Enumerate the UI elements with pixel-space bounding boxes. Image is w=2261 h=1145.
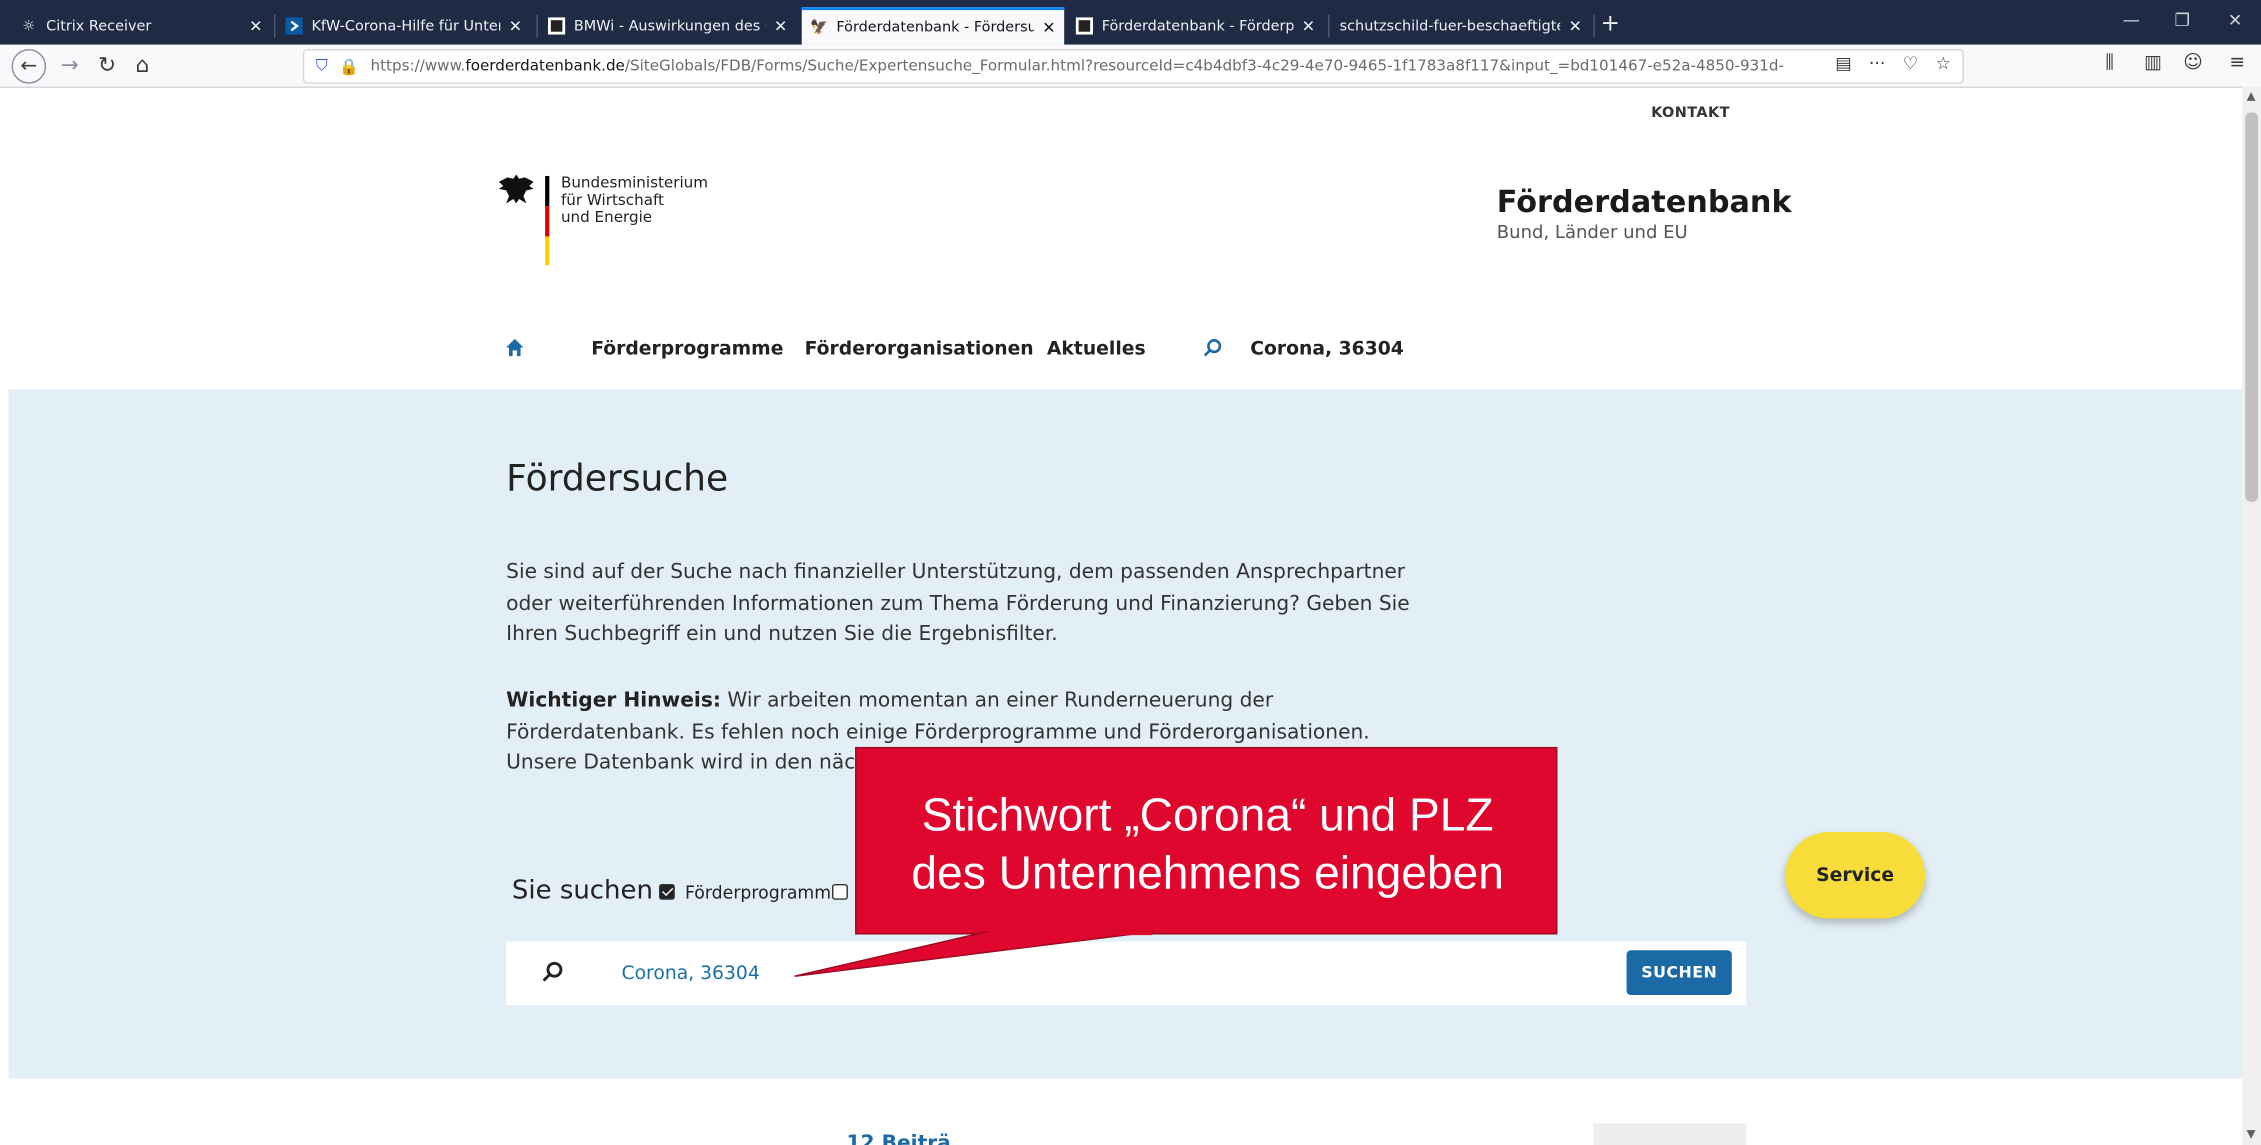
menu-hamburger-icon[interactable]: ≡ bbox=[2229, 52, 2245, 74]
tab-schutzschild[interactable]: schutzschild-fuer-beschaeftigte-un ✕ bbox=[1331, 7, 1591, 44]
tab-foerderprogramm[interactable]: Förderdatenbank - Förderprog ✕ bbox=[1067, 7, 1324, 44]
search-for-label: Sie suchen bbox=[511, 875, 653, 906]
results-sort-box[interactable] bbox=[1593, 1123, 1747, 1145]
search-icon[interactable] bbox=[1203, 337, 1223, 357]
nav-foerderorganisationen[interactable]: Förderorganisationen bbox=[805, 339, 1034, 361]
url-bar[interactable]: ⛉ 🔒 https://www.foerderdatenbank.de/Site… bbox=[302, 49, 1965, 84]
kontakt-link[interactable]: KONTAKT bbox=[1651, 105, 1730, 121]
search-icon bbox=[542, 961, 563, 982]
eagle-icon bbox=[547, 17, 566, 35]
ministry-line: für Wirtschaft bbox=[560, 191, 665, 210]
close-icon[interactable]: ✕ bbox=[774, 17, 787, 36]
close-icon[interactable]: ✕ bbox=[1569, 17, 1582, 36]
shield-icon[interactable]: ⛉ bbox=[316, 56, 328, 76]
tab-separator bbox=[536, 14, 538, 38]
window-close-icon[interactable]: ✕ bbox=[2228, 10, 2243, 30]
scroll-up-arrow-icon[interactable]: ▲ bbox=[2247, 89, 2256, 102]
search-submit-button[interactable]: SUCHEN bbox=[1626, 950, 1732, 995]
tab-label: schutzschild-fuer-beschaeftigte-un bbox=[1339, 18, 1560, 34]
nav-aktuelles[interactable]: Aktuelles bbox=[1047, 339, 1146, 361]
minimize-icon[interactable]: — bbox=[2123, 10, 2140, 30]
tab-bmwi[interactable]: BMWi - Auswirkungen des Cor ✕ bbox=[539, 7, 796, 44]
forward-arrow-icon[interactable]: → bbox=[61, 50, 79, 79]
brand-subtitle: Bund, Länder und EU bbox=[1496, 220, 1688, 243]
tab-label: Förderdatenbank - Förderprog bbox=[1101, 18, 1294, 34]
eagle-icon: 🦅 bbox=[810, 19, 829, 36]
annotation-callout: Stichwort „Corona“ und PLZ des Unternehm… bbox=[855, 746, 1559, 935]
tab-kfw[interactable]: KfW-Corona-Hilfe für Unterneh ✕ bbox=[277, 7, 531, 44]
close-icon[interactable]: ✕ bbox=[509, 17, 522, 36]
tab-label: KfW-Corona-Hilfe für Unterneh bbox=[311, 18, 500, 34]
tab-separator bbox=[1593, 14, 1595, 38]
tab-separator bbox=[1328, 14, 1330, 38]
callout-text: Stichwort „Corona“ und PLZ des Unternehm… bbox=[857, 786, 1559, 901]
new-tab-plus-icon[interactable]: + bbox=[1601, 9, 1620, 36]
back-arrow-icon[interactable]: ← bbox=[11, 49, 47, 84]
url-text[interactable]: https://www.foerderdatenbank.de/SiteGlob… bbox=[371, 58, 1784, 75]
nav-search-term[interactable]: Corona, 36304 bbox=[1250, 339, 1404, 361]
restore-icon[interactable]: ❐ bbox=[2175, 10, 2191, 30]
tab-separator bbox=[273, 14, 276, 38]
ministry-logo-text[interactable]: Bundesministerium für Wirtschaft und Ene… bbox=[561, 174, 708, 226]
home-icon[interactable] bbox=[505, 337, 525, 357]
checkbox-label[interactable]: Förderprogramm bbox=[685, 883, 831, 903]
results-count: 12 Beiträ bbox=[846, 1131, 951, 1145]
brand-title[interactable]: Förderdatenbank bbox=[1497, 185, 1792, 220]
browser-tab-bar: ☼ Citrix Receiver ✕ KfW-Corona-Hilfe für… bbox=[0, 0, 2261, 45]
tab-label: BMWi - Auswirkungen des Cor bbox=[573, 18, 765, 34]
reader-view-icon[interactable]: ▤ bbox=[1835, 53, 1851, 73]
eagle-icon bbox=[1075, 17, 1094, 35]
home-icon[interactable]: ⌂ bbox=[136, 50, 150, 79]
ministry-line: Bundesministerium bbox=[560, 174, 709, 192]
page-title: Fördersuche bbox=[506, 457, 729, 499]
search-input[interactable] bbox=[621, 956, 1487, 991]
callout-line: des Unternehmens eingeben bbox=[911, 846, 1504, 899]
search-box: SUCHEN bbox=[506, 941, 1747, 1006]
kfw-icon bbox=[285, 17, 303, 35]
german-flag-bar bbox=[545, 175, 550, 266]
ministry-line: und Energie bbox=[560, 209, 653, 227]
service-button[interactable]: Service bbox=[1785, 832, 1926, 919]
notice-label: Wichtiger Hinweis: bbox=[506, 689, 721, 713]
pocket-icon[interactable]: ♡ bbox=[1903, 53, 1919, 73]
intro-text: Sie sind auf der Suche nach finanzieller… bbox=[506, 560, 1410, 647]
federal-eagle-icon bbox=[498, 174, 534, 204]
account-icon[interactable]: ☺ bbox=[2183, 52, 2203, 74]
browser-nav-bar: ← → ↻ ⌂ ⛉ 🔒 https://www.foerderdatenbank… bbox=[0, 44, 2261, 88]
close-icon[interactable]: ✕ bbox=[1302, 17, 1315, 36]
close-icon[interactable]: ✕ bbox=[1042, 18, 1055, 37]
scroll-down-arrow-icon[interactable]: ▼ bbox=[2247, 1128, 2256, 1141]
reload-icon[interactable]: ↻ bbox=[98, 50, 116, 79]
scrollbar-thumb[interactable] bbox=[2245, 112, 2259, 502]
checkbox-second-filter[interactable] bbox=[832, 883, 848, 900]
close-icon[interactable]: ✕ bbox=[249, 17, 262, 36]
page-actions-icon[interactable]: ··· bbox=[1869, 53, 1886, 73]
nav-foerderprogramme[interactable]: Förderprogramme bbox=[591, 339, 783, 361]
lock-icon[interactable]: 🔒 bbox=[339, 57, 359, 76]
bookmark-star-icon[interactable]: ☆ bbox=[1936, 53, 1952, 73]
tab-label: Citrix Receiver bbox=[46, 18, 152, 34]
sidebar-icon[interactable]: ▥ bbox=[2144, 52, 2162, 74]
callout-line: Stichwort „Corona“ und PLZ bbox=[921, 788, 1494, 841]
tab-foerdersuche[interactable]: 🦅 Förderdatenbank - Fördersuche ✕ bbox=[801, 7, 1065, 45]
tab-citrix-receiver[interactable]: ☼ Citrix Receiver ✕ bbox=[12, 7, 272, 44]
tab-label: Förderdatenbank - Fördersuche bbox=[836, 19, 1033, 36]
citrix-icon: ☼ bbox=[22, 18, 36, 34]
checkbox-foerderprogramm[interactable] bbox=[658, 883, 675, 900]
library-icon[interactable]: ⫼ bbox=[2105, 52, 2114, 74]
page-scrollbar[interactable]: ▲ ▼ bbox=[2242, 86, 2261, 1145]
